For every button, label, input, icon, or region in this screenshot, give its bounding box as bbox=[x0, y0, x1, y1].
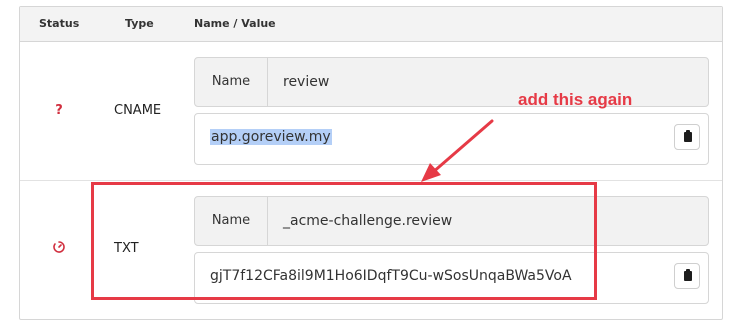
annotation-text: add this again bbox=[518, 90, 633, 109]
header-status: Status bbox=[39, 17, 80, 30]
record-value-text[interactable]: app.goreview.my bbox=[210, 129, 332, 145]
record-name-field: Name _acme-challenge.review bbox=[194, 196, 709, 246]
record-name-value[interactable]: _acme-challenge.review bbox=[283, 197, 452, 245]
clipboard-icon bbox=[684, 269, 692, 281]
table-row: ? CNAME Name review app.goreview.my bbox=[20, 42, 722, 181]
question-mark-icon: ? bbox=[55, 103, 63, 118]
record-value-text[interactable]: gjT7f12CFa8il9M1Ho6IDqfT9Cu-wSosUnqaBWa5… bbox=[210, 268, 572, 284]
header-name-value: Name / Value bbox=[194, 17, 276, 30]
dns-records-table: Status Type Name / Value ? CNAME Name re… bbox=[19, 6, 723, 320]
record-value-field[interactable]: app.goreview.my bbox=[194, 113, 709, 165]
name-label: Name bbox=[195, 197, 268, 245]
table-header: Status Type Name / Value bbox=[20, 7, 722, 42]
record-type: CNAME bbox=[114, 103, 162, 118]
record-name-value[interactable]: review bbox=[283, 58, 329, 106]
name-label: Name bbox=[195, 58, 268, 106]
table-row: TXT Name _acme-challenge.review gjT7f12C… bbox=[20, 181, 722, 320]
copy-button[interactable] bbox=[674, 263, 700, 289]
clipboard-icon bbox=[684, 130, 692, 142]
record-value-field[interactable]: gjT7f12CFa8il9M1Ho6IDqfT9Cu-wSosUnqaBWa5… bbox=[194, 252, 709, 304]
copy-button[interactable] bbox=[674, 124, 700, 150]
record-type: TXT bbox=[114, 241, 139, 256]
pending-timer-icon bbox=[52, 240, 66, 254]
header-type: Type bbox=[125, 17, 154, 30]
